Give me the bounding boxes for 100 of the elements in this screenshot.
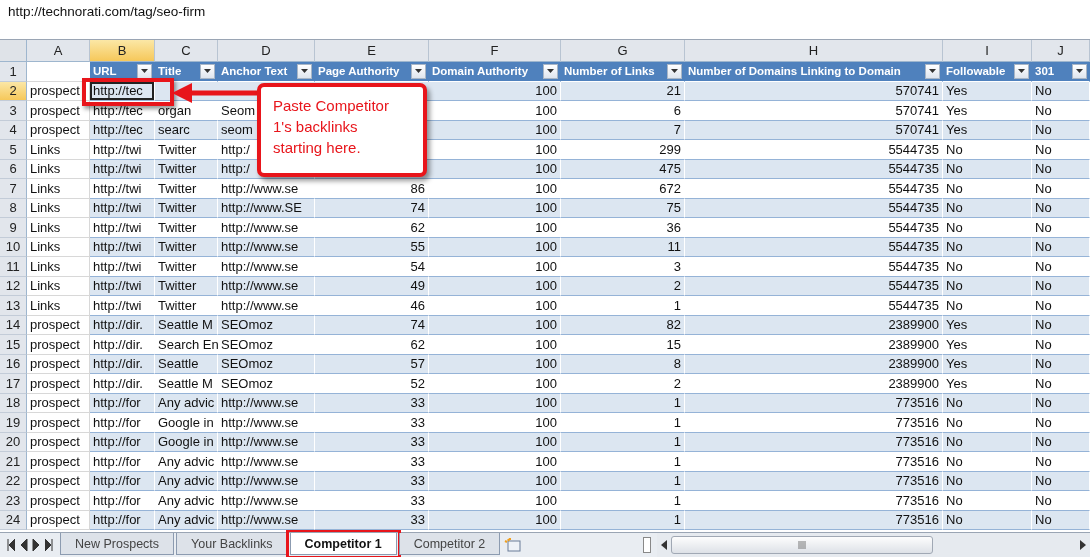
column-header[interactable]: B xyxy=(90,40,155,62)
row-header[interactable]: 1 xyxy=(0,62,27,82)
row-header[interactable]: 5 xyxy=(0,140,27,160)
sheet-tab[interactable]: New Prospects xyxy=(60,533,175,555)
table-cell: Twitter xyxy=(155,237,218,257)
table-cell: http://www.se xyxy=(218,510,315,530)
column-header[interactable]: G xyxy=(561,40,685,62)
table-cell: prospect xyxy=(27,452,90,472)
scrollbar-thumb[interactable] xyxy=(671,536,933,554)
table-cell: Yes xyxy=(943,354,1032,374)
table-cell: No xyxy=(1032,81,1090,101)
filter-dropdown-button[interactable] xyxy=(297,63,312,79)
table-cell: No xyxy=(1032,315,1090,335)
filter-dropdown-button[interactable] xyxy=(543,63,558,79)
table-cell: prospect xyxy=(27,491,90,511)
table-cell: No xyxy=(943,510,1032,530)
row-header[interactable]: 3 xyxy=(0,101,27,121)
table-cell: Seattle M xyxy=(155,315,218,335)
sheet-tab[interactable]: Your Backlinks xyxy=(176,533,288,555)
table-cell: prospect xyxy=(27,374,90,394)
table-cell: prospect xyxy=(27,393,90,413)
column-header[interactable]: E xyxy=(315,40,429,62)
column-header[interactable]: D xyxy=(218,40,315,62)
scroll-right-icon[interactable] xyxy=(1080,540,1086,550)
table-cell: 1 xyxy=(561,432,685,452)
first-sheet-icon[interactable] xyxy=(6,539,15,551)
table-cell: Links xyxy=(27,140,90,160)
table-cell: http://www.SE xyxy=(218,198,315,218)
split-handle[interactable] xyxy=(643,537,651,553)
table-cell: 100 xyxy=(429,354,561,374)
table-cell: Links xyxy=(27,296,90,316)
column-title: Number of Domains Linking to Domain xyxy=(688,65,901,78)
table-cell: 100 xyxy=(429,237,561,257)
filter-dropdown-button[interactable] xyxy=(1014,63,1029,79)
column-header[interactable]: C xyxy=(155,40,218,62)
filter-dropdown-button[interactable] xyxy=(667,63,682,79)
table-cell: Any advic xyxy=(155,510,218,530)
table-cell: No xyxy=(943,393,1032,413)
table-cell: No xyxy=(943,159,1032,179)
row-header[interactable]: 7 xyxy=(0,179,27,199)
table-cell: 570741 xyxy=(685,81,943,101)
dropdown-arrow-icon xyxy=(671,69,678,74)
filter-dropdown-button[interactable] xyxy=(200,63,215,79)
table-cell: Any advic xyxy=(155,393,218,413)
column-header[interactable]: A xyxy=(27,40,90,62)
filter-dropdown-button[interactable] xyxy=(411,63,426,79)
dropdown-arrow-icon xyxy=(141,69,148,74)
row-header[interactable]: 21 xyxy=(0,452,27,472)
table-cell: No xyxy=(943,237,1032,257)
last-sheet-icon[interactable] xyxy=(45,539,54,551)
scroll-left-icon[interactable] xyxy=(661,540,667,550)
column-title: Domain Authority xyxy=(432,65,529,78)
column-title: Number of Links xyxy=(564,65,655,78)
row-header[interactable]: 19 xyxy=(0,413,27,433)
table-cell: Yes xyxy=(943,120,1032,140)
table-cell: No xyxy=(1032,510,1090,530)
table-cell: 5544735 xyxy=(685,198,943,218)
table-cell: No xyxy=(1032,198,1090,218)
column-header[interactable]: H xyxy=(685,40,943,62)
next-sheet-icon[interactable] xyxy=(32,539,41,551)
table-cell: No xyxy=(943,276,1032,296)
table-cell: Seattle xyxy=(155,354,218,374)
table-cell: 2 xyxy=(561,276,685,296)
table-cell: http://twi xyxy=(90,159,155,179)
column-title: Anchor Text xyxy=(221,65,288,78)
row-header[interactable]: 11 xyxy=(0,257,27,277)
table-cell: 773516 xyxy=(685,393,943,413)
row-header[interactable]: 23 xyxy=(0,491,27,511)
table-cell: http://www.se xyxy=(218,237,315,257)
filter-dropdown-button[interactable] xyxy=(925,63,940,79)
table-cell: http://twi xyxy=(90,198,155,218)
dropdown-arrow-icon xyxy=(547,69,554,74)
row-header[interactable]: 15 xyxy=(0,335,27,355)
filter-dropdown-button[interactable] xyxy=(1072,63,1087,79)
column-title: Page Authority xyxy=(318,65,400,78)
previous-sheet-icon[interactable] xyxy=(19,539,28,551)
table-cell: prospect xyxy=(27,471,90,491)
table-cell: 74 xyxy=(315,315,429,335)
table-cell: prospect xyxy=(27,120,90,140)
table-cell: 5544735 xyxy=(685,159,943,179)
table-cell: 570741 xyxy=(685,120,943,140)
table-cell: 773516 xyxy=(685,510,943,530)
column-header[interactable]: I xyxy=(943,40,1032,62)
column-header[interactable]: J xyxy=(1032,40,1090,62)
filter-dropdown-button[interactable] xyxy=(137,63,152,79)
row-header[interactable]: 17 xyxy=(0,374,27,394)
table-cell: Links xyxy=(27,276,90,296)
table-cell: prospect xyxy=(27,315,90,335)
dropdown-arrow-icon xyxy=(1018,69,1025,74)
row-header[interactable]: 13 xyxy=(0,296,27,316)
sheet-tab[interactable]: Competitor 2 xyxy=(398,533,501,555)
table-cell: 74 xyxy=(315,198,429,218)
table-cell: 100 xyxy=(429,198,561,218)
row-header[interactable]: 9 xyxy=(0,218,27,238)
table-cell: http://www.se xyxy=(218,432,315,452)
table-cell: 100 xyxy=(429,393,561,413)
column-header[interactable]: F xyxy=(429,40,561,62)
table-cell: http://www.se xyxy=(218,471,315,491)
table-cell: No xyxy=(1032,120,1090,140)
table-cell: 7 xyxy=(561,120,685,140)
